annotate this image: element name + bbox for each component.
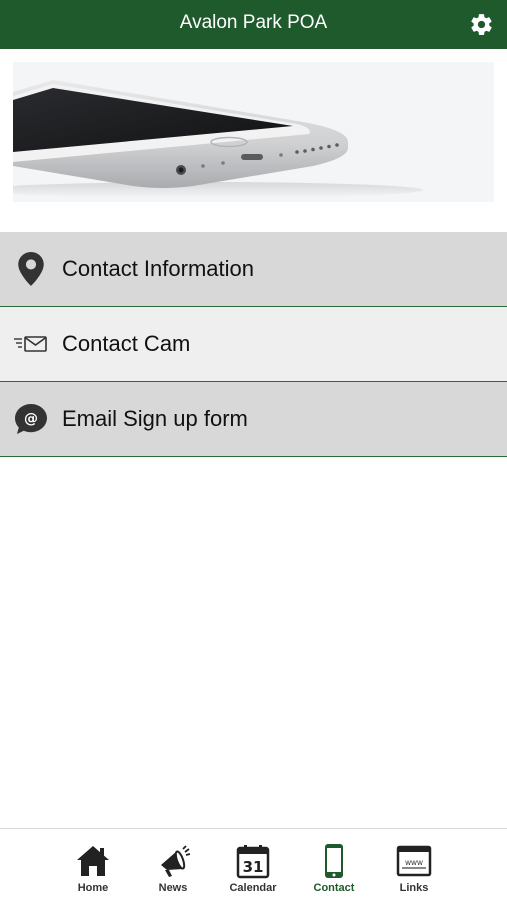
bottom-tab-bar: Home News 31 Calendar Contact WWW Links	[0, 828, 507, 900]
browser-window-icon: WWW	[396, 845, 432, 877]
envelope-icon	[14, 327, 48, 361]
svg-text:WWW: WWW	[405, 860, 423, 867]
menu-item-label: Email Sign up form	[62, 406, 248, 431]
svg-text:@: @	[24, 411, 38, 427]
at-sign-icon: @	[14, 402, 48, 436]
menu-item-contact-cam[interactable]: Contact Cam	[0, 307, 507, 382]
menu-item-contact-information[interactable]: Contact Information	[0, 232, 507, 307]
menu-item-label: Contact Cam	[62, 331, 191, 356]
hero-image	[13, 62, 494, 202]
top-bar: Avalon Park POA	[0, 0, 507, 49]
tab-label: Links	[399, 882, 429, 894]
settings-button[interactable]	[469, 12, 494, 37]
tab-news[interactable]: News	[133, 829, 213, 900]
tab-contact[interactable]: Contact	[294, 829, 374, 900]
app-screen: Avalon Park POA Contact Information Cont…	[0, 0, 507, 900]
calendar-icon: 31	[236, 845, 270, 879]
tab-home[interactable]: Home	[53, 829, 133, 900]
tab-label: Contact	[313, 882, 355, 894]
megaphone-icon	[161, 845, 191, 877]
tab-links[interactable]: WWW Links	[374, 829, 454, 900]
tab-label: Calendar	[229, 882, 277, 894]
menu-item-label: Contact Information	[62, 256, 254, 281]
menu-item-email-signup[interactable]: @ Email Sign up form	[0, 382, 507, 457]
page-title: Avalon Park POA	[179, 12, 328, 33]
svg-text:31: 31	[243, 858, 264, 876]
contact-menu: Contact Information Contact Cam @ Email …	[0, 232, 507, 457]
tab-label: News	[158, 882, 188, 894]
tab-label: Home	[77, 882, 109, 894]
phone-icon	[325, 844, 343, 878]
tab-calendar[interactable]: 31 Calendar	[213, 829, 293, 900]
gear-icon	[471, 14, 492, 35]
map-pin-icon	[14, 252, 48, 286]
home-icon	[77, 846, 109, 876]
smartphone-photo	[13, 80, 423, 198]
